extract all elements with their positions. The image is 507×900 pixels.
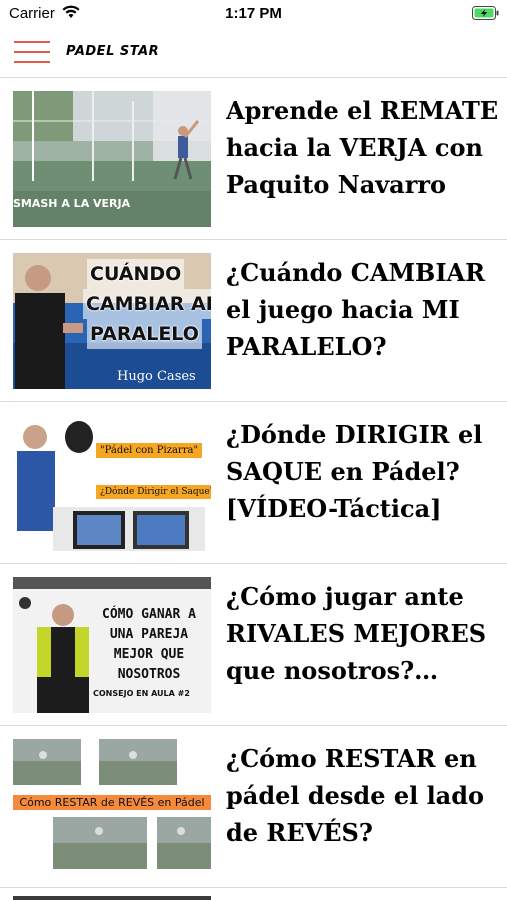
thumbnail-text-line: CAMBIAR AL [83,289,211,319]
nav-bar: PADEL STAR [0,30,507,78]
article-thumbnail: "Pádel con Pizarra" ¿Dónde Dirigir el Sa… [13,415,211,551]
thumbnail-text-line: CUÁNDO [87,259,185,289]
hamburger-menu-icon[interactable] [14,41,50,65]
article-thumbnail: CÓMO GANAR A UNA PAREJA MEJOR QUE NOSOTR… [13,577,211,713]
thumbnail-tag: ¿Dónde Dirigir el Saque? [96,485,211,499]
article-thumbnail: CUÁNDO CAMBIAR AL PARALELO Hugo Cases [13,253,211,389]
thumbnail-caption: SMASH A LA VERJA [13,197,131,210]
article-item[interactable]: "Pádel con Pizarra" ¿Dónde Dirigir el Sa… [0,402,507,564]
thumbnail-text-line: MEJOR QUE [113,647,185,662]
article-title[interactable]: Aprende el REMATE hacia la VERJA con Paq… [226,92,501,203]
article-item[interactable]: CÓMO GANAR A UNA PAREJA MEJOR QUE NOSOTR… [0,564,507,726]
thumbnail-banner: Cómo RESTAR de REVÉS en Pádel [13,795,211,810]
article-item[interactable]: Cómo RESTAR de REVÉS en Pádel ¿Cómo REST… [0,726,507,888]
article-title[interactable]: ¿Dónde DIRIGIR el SAQUE en Pádel? [VÍDEO… [226,416,501,527]
app-title: PADEL STAR [66,44,160,59]
article-thumbnail: Cómo RESTAR de REVÉS en Pádel [13,739,211,875]
article-title[interactable]: ¿Cómo RESTAR en pádel desde el lado de R… [226,740,501,851]
thumbnail-text-line: PARALELO [87,319,202,349]
thumbnail-caption: Hugo Cases [117,369,196,384]
article-thumbnail-partial [13,896,211,900]
thumbnail-text-line: CÓMO GANAR A [102,607,196,622]
thumbnail-tag: "Pádel con Pizarra" [96,443,203,458]
article-item[interactable]: SMASH A LA VERJA Aprende el REMATE hacia… [0,78,507,240]
status-time: 1:17 PM [225,5,282,22]
thumbnail-text-line: UNA PAREJA [109,627,189,642]
article-title[interactable]: ¿Cuándo CAMBIAR el juego hacia MI PARALE… [226,254,501,365]
article-item[interactable]: CUÁNDO CAMBIAR AL PARALELO Hugo Cases ¿C… [0,240,507,402]
thumbnail-text-line: NOSOTROS [117,667,181,682]
status-bar: Carrier 1:17 PM [0,0,507,28]
thumbnail-caption: CONSEJO EN AULA #2 [93,689,190,698]
article-thumbnail: SMASH A LA VERJA [13,91,211,227]
battery-charging-icon [472,6,500,24]
article-title[interactable]: ¿Cómo jugar ante RIVALES MEJORES que nos… [226,578,501,689]
